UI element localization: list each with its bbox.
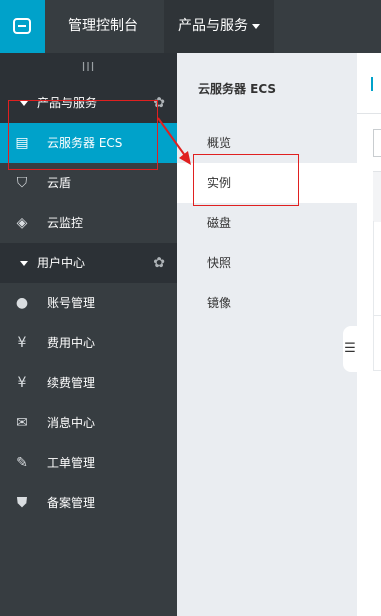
annotation-arrow [157,117,191,165]
